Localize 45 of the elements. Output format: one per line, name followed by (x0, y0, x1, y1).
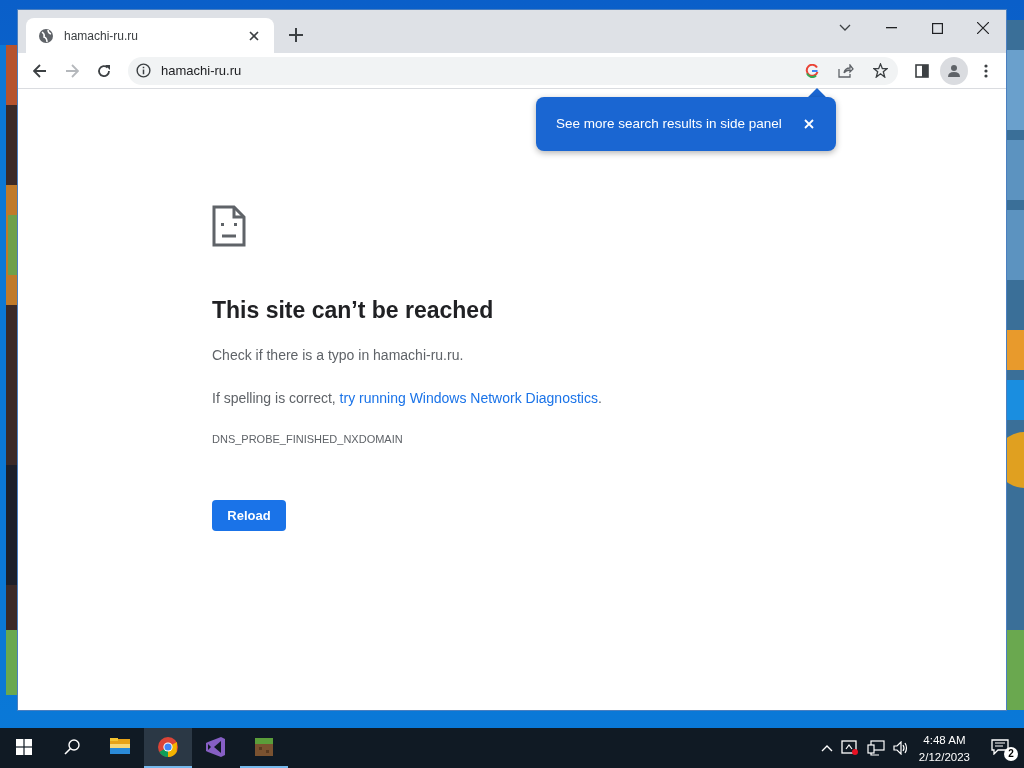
person-icon (947, 63, 961, 78)
tooltip-text: See more search results in side panel (556, 114, 783, 133)
notification-count: 2 (1004, 747, 1018, 761)
network-icon (866, 740, 885, 756)
error-code: DNS_PROBE_FINISHED_NXDOMAIN (212, 431, 404, 447)
chevron-up-icon (820, 744, 833, 752)
back-arrow-icon (33, 63, 47, 78)
menu-dots-icon (984, 63, 988, 78)
globe-icon (38, 27, 54, 44)
maximize-icon (931, 22, 943, 34)
side-panel-icon (915, 63, 929, 78)
error-title: This site can’t be reached (212, 297, 495, 325)
browser-tab[interactable]: hamachi-ru.ru (26, 18, 274, 53)
google-logo-icon (805, 63, 819, 78)
notification-button[interactable]: 2 (976, 728, 1024, 768)
date-text: 2/12/2023 (918, 750, 970, 765)
chevron-down-icon (839, 24, 851, 32)
close-icon (977, 22, 989, 34)
close-icon (249, 30, 259, 41)
share-icon (838, 63, 854, 78)
volume-icon (892, 741, 909, 755)
error-suggestion: If spelling is correct, try running Windows Network Diagnostics. (212, 388, 603, 408)
plus-icon (289, 28, 303, 42)
star-icon (872, 63, 888, 78)
message-icon (991, 739, 1009, 755)
forward-arrow-icon (65, 63, 79, 78)
reload-icon (97, 63, 111, 78)
windows-logo-icon (16, 739, 32, 755)
sad-page-icon (212, 205, 246, 247)
search-icon (64, 739, 80, 755)
reload-button[interactable]: Reload (212, 500, 286, 532)
time-text: 4:48 AM (922, 733, 967, 748)
info-icon (136, 63, 151, 78)
chrome-logo-icon (157, 736, 179, 758)
profile-button[interactable] (940, 56, 968, 85)
device-alert-icon (840, 740, 859, 756)
url-text: hamachi-ru.ru (161, 61, 243, 80)
address-bar[interactable]: hamachi-ru.ru (128, 56, 898, 85)
taskbar-app-button[interactable] (144, 728, 192, 768)
close-icon (804, 119, 814, 129)
error-message: Check if there is a typo in hamachi-ru.ru. (212, 345, 465, 365)
diagnostics-link[interactable]: try running Windows Network Diagnostics (339, 389, 598, 406)
grass-block-icon (253, 736, 275, 758)
clock[interactable]: 4:48 AM 2/12/2023 (912, 728, 976, 768)
minimize-icon (885, 27, 897, 29)
